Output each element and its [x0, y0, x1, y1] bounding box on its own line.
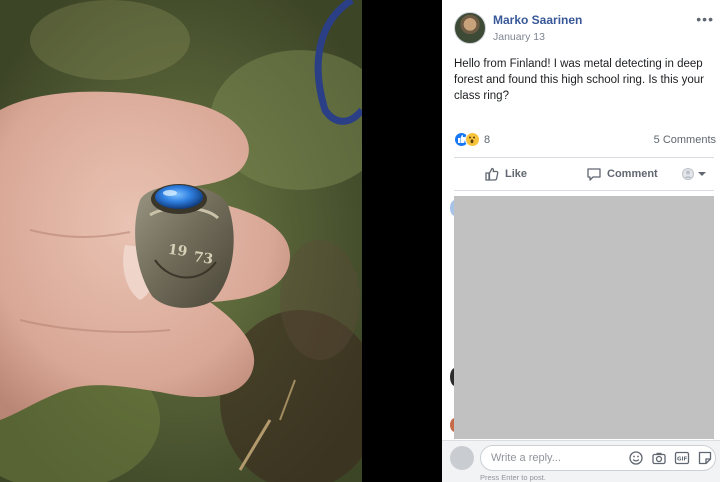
current-user-avatar [450, 446, 474, 470]
reactions-bar: 8 5 Comments [454, 132, 716, 150]
profile-chevron-down-icon [682, 168, 706, 180]
sticker-icon[interactable] [697, 450, 713, 466]
ring-photo-illustration: 19 73 [0, 0, 362, 482]
comment-label: Comment [607, 168, 658, 180]
post-text: Hello from Finland! I was metal detectin… [454, 58, 704, 102]
emoji-icon[interactable] [628, 450, 644, 466]
divider [454, 190, 714, 191]
svg-text:73: 73 [193, 249, 215, 268]
viewer-backdrop [362, 0, 442, 482]
like-button[interactable]: Like [484, 164, 527, 184]
post-photo[interactable]: 19 73 [0, 0, 362, 482]
post-date[interactable]: January 13 [493, 31, 545, 43]
divider [454, 157, 714, 158]
svg-text:GIF: GIF [677, 457, 688, 463]
press-enter-hint: Press Enter to post. [480, 473, 546, 482]
reaction-count[interactable]: 8 [484, 134, 490, 146]
reply-composer: GIF Press Enter to post. [442, 440, 720, 482]
svg-text:19: 19 [167, 242, 189, 261]
comments-placeholder [454, 196, 714, 439]
like-label: Like [505, 168, 528, 180]
comments-count-link[interactable]: 5 Comments [654, 134, 716, 146]
author-name[interactable]: Marko Saarinen [493, 13, 582, 27]
post-panel: Marko Saarinen January 13 ••• Hello from… [442, 0, 720, 482]
reply-tools: GIF [628, 450, 713, 468]
post-header: Marko Saarinen January 13 ••• [454, 10, 714, 46]
comment-button[interactable]: Comment [586, 164, 658, 184]
comment-bubble-icon [587, 168, 601, 181]
wow-reaction-icon[interactable] [465, 132, 480, 147]
thumbs-up-icon [485, 167, 499, 181]
audience-selector[interactable] [682, 164, 713, 184]
author-avatar[interactable] [454, 12, 486, 44]
camera-icon[interactable] [651, 450, 667, 466]
post-actions: Like Comment [454, 160, 716, 188]
more-options-icon[interactable]: ••• [696, 11, 714, 27]
gif-icon[interactable]: GIF [674, 450, 690, 466]
